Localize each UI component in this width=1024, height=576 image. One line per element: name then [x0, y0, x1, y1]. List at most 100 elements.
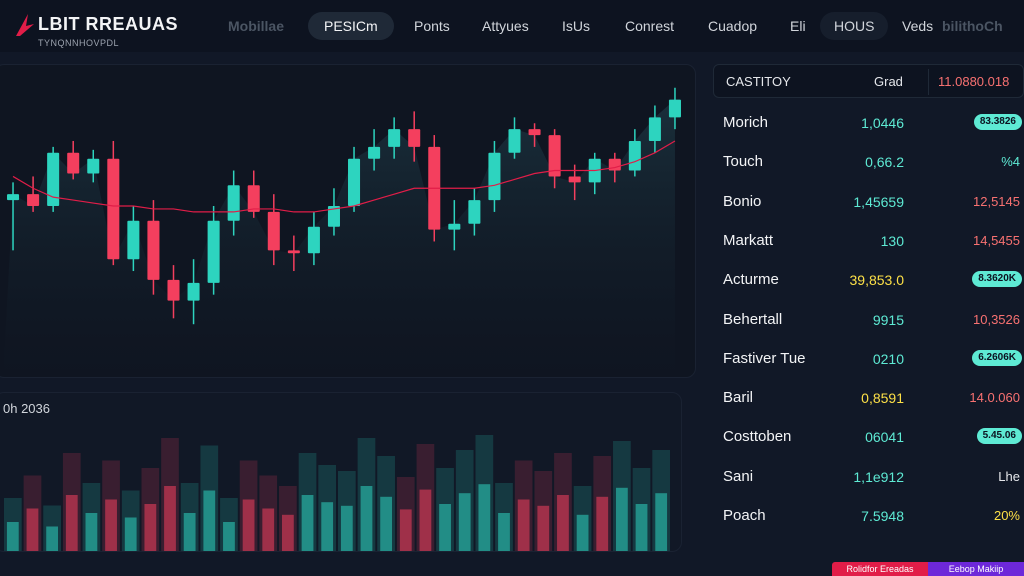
table-row[interactable]: Baril 0,8591 14.0.060	[713, 379, 1024, 417]
volume-bar[interactable]	[458, 493, 471, 552]
candle-body[interactable]	[648, 117, 661, 141]
table-row[interactable]: Costtoben 06041 5.45.06	[713, 418, 1024, 456]
candle-body[interactable]	[247, 185, 260, 212]
brand[interactable]: LBIT RREAUAS TYNQNNHOVPDL	[8, 6, 208, 48]
table-row[interactable]: Acturme 39,853.0 8.3620K	[713, 261, 1024, 299]
candle-body[interactable]	[488, 152, 501, 201]
table-header-grade[interactable]: Grad	[874, 74, 903, 89]
candle-body[interactable]	[167, 279, 180, 301]
volume-bar[interactable]	[85, 513, 98, 552]
volume-bar[interactable]	[301, 495, 314, 552]
volume-bar[interactable]	[596, 496, 609, 552]
candle-body[interactable]	[408, 129, 421, 147]
candle-body[interactable]	[7, 194, 20, 201]
table-header-price: 11.0880.018	[938, 74, 1010, 89]
candle-body[interactable]	[448, 223, 461, 230]
row-value: 0210	[872, 350, 904, 367]
nav-item[interactable]: bilithoCh	[942, 12, 1003, 40]
candle-body[interactable]	[107, 158, 120, 260]
nav-item[interactable]: Conrest	[625, 12, 674, 40]
volume-bar[interactable]	[65, 495, 78, 552]
brand-title: LBIT RREAUAS	[38, 14, 178, 34]
table-row[interactable]: Bonio 1,45659 12,5145	[713, 183, 1024, 221]
price-chart-panel[interactable]	[0, 64, 696, 378]
candle-body[interactable]	[207, 220, 220, 283]
candle-body[interactable]	[508, 129, 521, 153]
price-area	[3, 99, 675, 377]
candle-body[interactable]	[668, 99, 681, 118]
nav-item[interactable]: Ponts	[414, 12, 450, 40]
candle-body[interactable]	[147, 220, 160, 280]
volume-chart-panel[interactable]: 0h 2036	[0, 392, 682, 552]
volume-bar[interactable]	[262, 508, 275, 553]
volume-bar[interactable]	[242, 499, 255, 553]
candle-body[interactable]	[267, 211, 280, 251]
volume-bar[interactable]	[498, 513, 510, 552]
table-header-name[interactable]: CASTITOY	[726, 74, 791, 89]
nav-item[interactable]: Mobillae	[228, 12, 284, 40]
footer-button-a[interactable]: Rolidfor Ereadas	[832, 562, 928, 576]
candle-body[interactable]	[127, 220, 140, 260]
candle-body[interactable]	[227, 185, 240, 221]
price-chart[interactable]	[0, 65, 696, 378]
volume-bar[interactable]	[517, 499, 530, 553]
row-name: Baril	[723, 389, 754, 407]
candle-body[interactable]	[568, 176, 581, 183]
nav-item[interactable]: Eli	[790, 12, 806, 40]
table-row[interactable]: Behertall 9915 10,3526	[713, 301, 1024, 339]
nav-item[interactable]: Veds	[902, 12, 933, 40]
nav-item[interactable]: IsUs	[562, 12, 590, 40]
volume-bar[interactable]	[124, 517, 137, 553]
volume-bar[interactable]	[439, 504, 451, 552]
candle-body[interactable]	[348, 158, 361, 206]
volume-bar[interactable]	[478, 484, 491, 552]
volume-bar[interactable]	[557, 495, 569, 552]
volume-bar[interactable]	[615, 487, 628, 552]
candle-body[interactable]	[67, 152, 80, 174]
table-row[interactable]: Sani 1,1e912 Lhe	[713, 458, 1024, 496]
volume-bar[interactable]	[223, 522, 235, 552]
volume-bar[interactable]	[576, 514, 589, 552]
volume-bar[interactable]	[537, 505, 550, 552]
candle-body[interactable]	[628, 140, 641, 171]
volume-bar[interactable]	[419, 489, 432, 552]
volume-bar[interactable]	[281, 514, 294, 552]
candle-body[interactable]	[368, 146, 381, 159]
volume-bar[interactable]	[655, 493, 668, 552]
nav-item[interactable]: Cuadop	[708, 12, 757, 40]
candle-body[interactable]	[307, 226, 320, 254]
volume-bar[interactable]	[144, 504, 157, 552]
volume-bar[interactable]	[321, 502, 334, 552]
table-row[interactable]: Touch 0,66.2 %4	[713, 143, 1024, 181]
volume-bar[interactable]	[203, 490, 216, 553]
volume-bar[interactable]	[399, 509, 412, 552]
volume-bar[interactable]	[46, 526, 59, 553]
nav-item[interactable]: PESICm	[308, 12, 394, 40]
candle-body[interactable]	[27, 194, 40, 206]
footer-button-b[interactable]: Eebop Makiip	[928, 562, 1024, 576]
volume-chart[interactable]	[0, 393, 682, 552]
table-row[interactable]: Markatt 130 14,5455	[713, 222, 1024, 260]
candle-body[interactable]	[388, 129, 401, 147]
nav-item[interactable]: Attyues	[482, 12, 529, 40]
volume-bar[interactable]	[164, 486, 176, 552]
candle-body[interactable]	[187, 282, 200, 301]
nav-item[interactable]: HOUS	[820, 12, 889, 40]
volume-bar[interactable]	[360, 486, 373, 552]
table-row[interactable]: Poach 7.5948 20%	[713, 497, 1024, 535]
volume-bar[interactable]	[26, 508, 39, 553]
volume-bar[interactable]	[183, 513, 196, 552]
table-row[interactable]: Morich 1,0446 83.3826	[713, 104, 1024, 142]
volume-bar[interactable]	[105, 499, 117, 553]
candle-body[interactable]	[468, 200, 481, 224]
candle-body[interactable]	[528, 129, 541, 136]
table-row[interactable]: Fastiver Tue 0210 6.2606K	[713, 340, 1024, 378]
candle-body[interactable]	[287, 250, 300, 254]
row-name: Morich	[723, 114, 769, 131]
volume-bar[interactable]	[380, 496, 393, 552]
row-name: Behertall	[723, 310, 783, 328]
volume-bar[interactable]	[635, 504, 648, 552]
volume-bar[interactable]	[340, 505, 353, 552]
volume-bar[interactable]	[6, 522, 19, 552]
candle-body[interactable]	[87, 158, 100, 174]
